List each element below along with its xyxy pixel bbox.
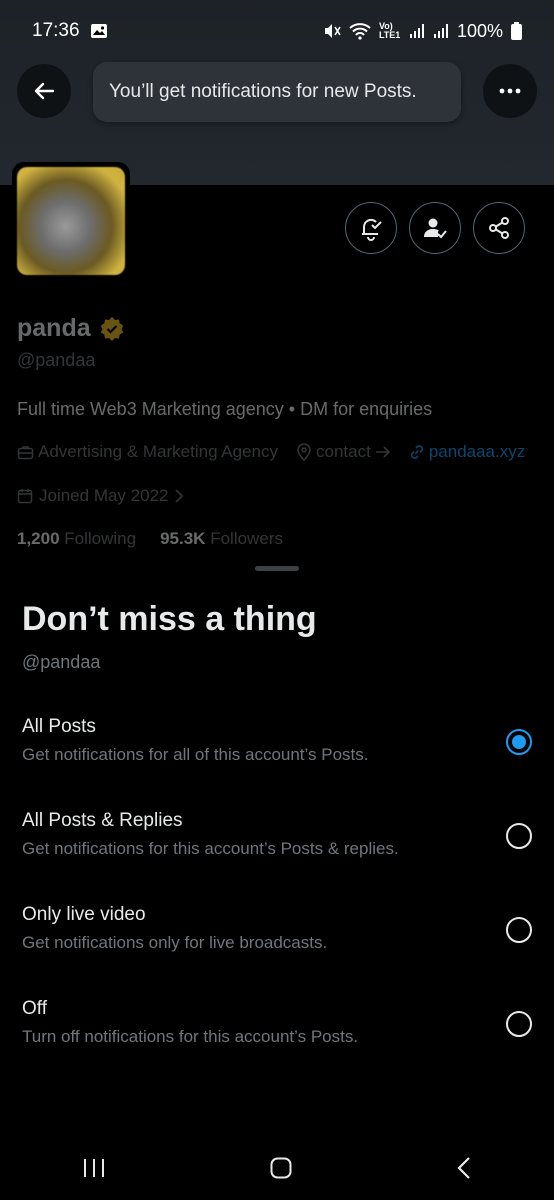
network-label: Vo) LTE1 [378,21,401,40]
stats-spacer [142,529,154,549]
option-all-posts[interactable]: All Posts Get notifications for all of t… [0,716,554,796]
option-title: Only live video [22,904,146,925]
option-only-live-video[interactable]: Only live video Get notifications only f… [0,904,554,984]
avatar[interactable] [12,162,130,280]
battery-percent: 100% [456,20,503,41]
contact-item[interactable]: contact [296,442,391,462]
followers-stat[interactable]: 95.3K Followers [160,529,283,549]
share-button[interactable] [473,202,525,254]
radio-all-posts-replies[interactable] [506,823,532,849]
followers-label: Followers [210,529,283,548]
mute-icon [323,22,341,40]
following-label: Following [64,529,137,548]
following-count: 1,200 [17,529,60,548]
system-back-button[interactable] [456,1156,472,1185]
arrow-right-icon [375,446,390,458]
category-item: Advertising & Marketing Agency [17,442,278,462]
radio-all-posts[interactable] [506,729,532,755]
option-title: All Posts [22,716,96,737]
option-off[interactable]: Off Turn off notifications for this acco… [0,998,554,1078]
home-icon [270,1157,292,1178]
option-description: Get notifications for this account’s Pos… [22,839,399,858]
sheet-grab-handle[interactable] [255,566,299,571]
avatar-image [17,167,125,275]
followers-count: 95.3K [160,529,206,548]
following-button[interactable] [409,202,461,254]
briefcase-icon [17,445,34,459]
more-options-button[interactable] [483,64,537,118]
calendar-icon [17,489,33,504]
arrow-left-icon [34,82,55,100]
battery-icon [511,22,522,40]
category-label: Advertising & Marketing Agency [38,442,279,461]
profile-bio: Full time Web3 Marketing agency • DM for… [17,399,433,419]
sheet-handle: @pandaa [22,652,101,672]
sheet-title: Don’t miss a thing [22,600,317,638]
radio-only-live-video[interactable] [506,917,532,943]
notification-toast: You’ll get notifications for new Posts. [93,62,461,122]
wifi-icon [349,22,371,40]
bell-check-icon [362,218,382,241]
option-description: Get notifications only for live broadcas… [22,933,328,952]
recent-apps-icon [83,1158,104,1177]
share-icon [489,217,509,239]
home-button[interactable] [269,1156,293,1185]
toast-text: You’ll get notifications for new Posts. [109,81,417,102]
website-label: pandaaa.xyz [428,442,526,461]
signal-icon-2 [433,23,449,39]
joined-label: Joined May 2022 [39,486,169,505]
option-all-posts-replies[interactable]: All Posts & Replies Get notifications fo… [0,810,554,890]
option-title: Off [22,998,47,1019]
verified-badge-icon [100,316,123,341]
option-title: All Posts & Replies [22,810,183,831]
radio-off[interactable] [506,1011,532,1037]
location-pin-icon [297,443,311,461]
signal-icon-1 [409,23,425,39]
notifications-button[interactable] [345,202,397,254]
chevron-right-icon [175,489,184,503]
option-description: Get notifications for all of this accoun… [22,745,369,764]
recent-apps-button[interactable] [82,1157,106,1184]
website-link[interactable]: pandaaa.xyz [409,442,525,462]
profile-meta: Advertising & Marketing Agency contact p… [17,442,543,462]
status-time: 17:36 [32,20,80,41]
display-name: panda [17,314,91,342]
following-stat[interactable]: 1,200 Following [17,529,136,549]
person-check-icon [424,218,447,239]
profile-name: panda [17,314,125,343]
contact-label: contact [316,442,371,461]
link-icon [410,445,423,459]
status-bar: 17:36 Vo) LTE1 100% [0,0,554,62]
gallery-icon [90,23,108,39]
notification-settings-sheet: Don’t miss a thing @pandaa All Posts Get… [0,560,554,1200]
more-dots-icon [499,88,521,94]
system-nav-bar [0,1140,554,1200]
profile-handle: @pandaa [17,350,96,370]
joined-row[interactable]: Joined May 2022 [17,486,184,506]
option-description: Turn off notifications for this account’… [22,1027,359,1046]
chevron-left-icon [457,1156,471,1179]
back-button[interactable] [17,64,71,118]
follow-stats: 1,200 Following 95.3K Followers [17,529,283,549]
